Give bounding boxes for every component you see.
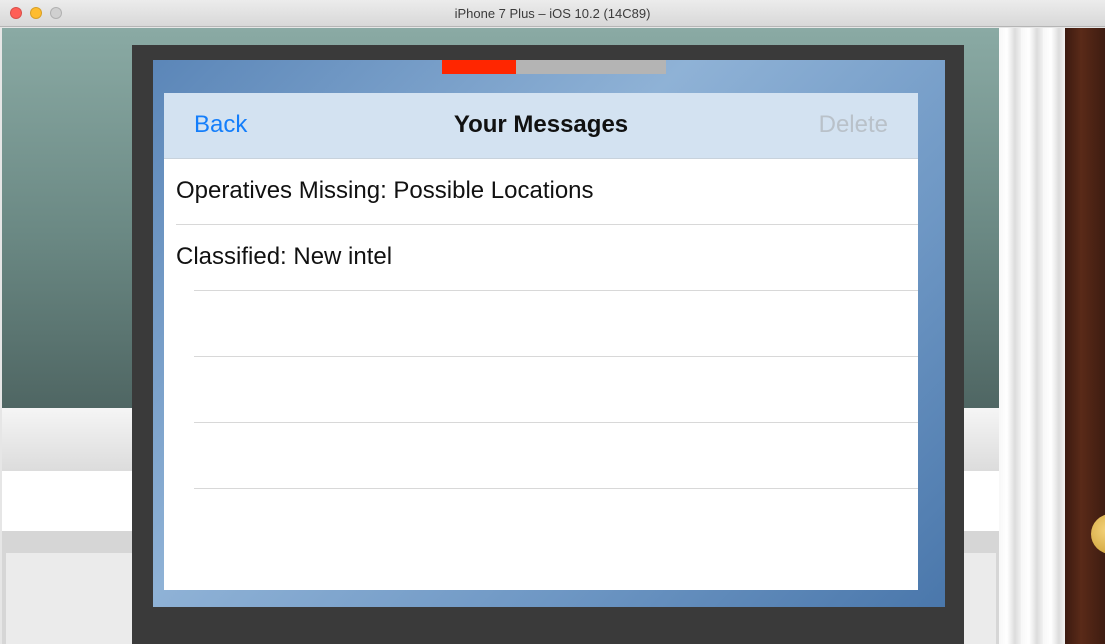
- message-row[interactable]: Operatives Missing: Possible Locations: [164, 159, 918, 225]
- monitor-display: Back Your Messages Delete Operatives Mis…: [153, 60, 945, 607]
- message-row[interactable]: Classified: New intel: [164, 225, 918, 291]
- empty-row: [164, 489, 918, 555]
- messages-list: Operatives Missing: Possible Locations C…: [164, 159, 918, 555]
- page-title: Your Messages: [453, 111, 629, 138]
- simulator-screen: Back Your Messages Delete Operatives Mis…: [0, 28, 1105, 644]
- progress-bar: [442, 60, 666, 74]
- message-subject: Classified: New intel: [176, 243, 393, 270]
- background-curtain: [999, 28, 1065, 644]
- background-wood-panel: [1065, 28, 1105, 644]
- computer-monitor: Back Your Messages Delete Operatives Mis…: [132, 45, 964, 644]
- window-title: iPhone 7 Plus – iOS 10.2 (14C89): [454, 6, 651, 21]
- navigation-bar: Back Your Messages Delete: [164, 93, 918, 159]
- message-subject: Operatives Missing: Possible Locations: [176, 177, 594, 204]
- empty-row: [164, 291, 918, 357]
- empty-row: [164, 423, 918, 489]
- messages-panel: Back Your Messages Delete Operatives Mis…: [164, 93, 918, 590]
- empty-row: [164, 357, 918, 423]
- progress-bar-fill: [442, 60, 516, 74]
- simulator-title-bar: iPhone 7 Plus – iOS 10.2 (14C89): [0, 0, 1105, 27]
- delete-button[interactable]: Delete: [819, 111, 888, 139]
